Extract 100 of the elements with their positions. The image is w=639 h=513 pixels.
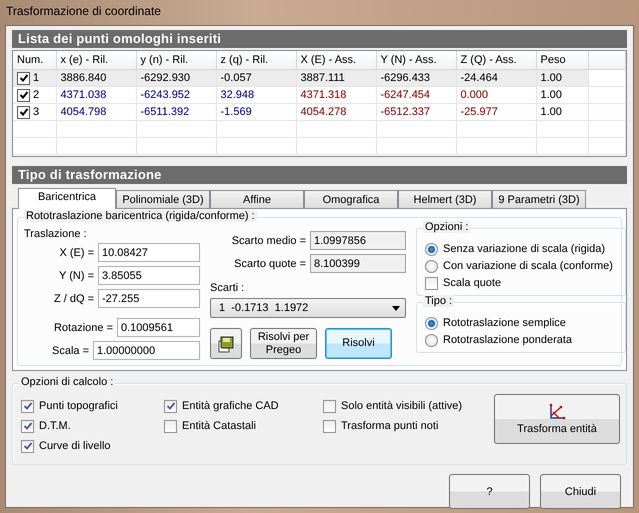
table-row[interactable]: 2 4371.038 -6243.952 32.948 4371.318 -6247.454 0.000 1.00 bbox=[13, 86, 626, 104]
group-title: Rototraslazione baricentrica (rigida/conforme) : bbox=[24, 210, 257, 222]
table-cell: -6243.952 bbox=[140, 89, 190, 101]
radio-button[interactable] bbox=[425, 242, 438, 256]
column-header[interactable]: Peso bbox=[536, 51, 588, 70]
field-label: Scarto quote = bbox=[234, 258, 306, 270]
field-label: Scarti : bbox=[210, 282, 246, 294]
table-cell: -6296.433 bbox=[380, 72, 430, 84]
table-cell: -6511.392 bbox=[140, 106, 190, 118]
table-cell: -6512.337 bbox=[380, 106, 430, 118]
checkbox[interactable] bbox=[21, 400, 34, 412]
radio-button[interactable] bbox=[425, 334, 438, 346]
checkbox[interactable] bbox=[425, 276, 438, 290]
group-title: Opzioni di calcolo : bbox=[19, 376, 116, 388]
input-field[interactable]: 0.1009561 bbox=[117, 318, 200, 337]
table-cell: -1.569 bbox=[220, 106, 252, 118]
column-header[interactable]: Z (Q) - Ass. bbox=[456, 51, 536, 70]
dropdown-value: 1 -0.1713 1.1972 bbox=[219, 302, 308, 314]
readonly-field: 8.100399 bbox=[310, 254, 406, 273]
table-cell: 3 bbox=[33, 106, 40, 118]
field-label: Traslazione : bbox=[24, 228, 88, 240]
table-cell: 4054.278 bbox=[300, 106, 346, 118]
column-header[interactable]: z (q) - Ril. bbox=[216, 51, 296, 70]
dropdown[interactable]: 1 -0.1713 1.1972 bbox=[210, 298, 406, 318]
tab[interactable]: Affine bbox=[210, 190, 304, 208]
axes-icon bbox=[548, 403, 566, 421]
group-title: Tipo : bbox=[423, 295, 454, 307]
table-cell: -25.977 bbox=[460, 106, 498, 118]
option-label[interactable]: Punti topografici bbox=[39, 400, 118, 412]
option-label[interactable]: Scala quote bbox=[443, 277, 502, 289]
input-field[interactable]: 3.85055 bbox=[98, 266, 200, 285]
column-header[interactable]: x (e) - Ril. bbox=[56, 51, 136, 70]
checkbox[interactable] bbox=[17, 106, 30, 118]
table-cell: 3887.111 bbox=[300, 72, 345, 84]
table-cell: 1.00 bbox=[540, 106, 562, 118]
tab[interactable]: Polinomiale (3D) bbox=[116, 190, 210, 208]
table-cell: -6292.930 bbox=[140, 72, 190, 84]
table-cell: 3886.840 bbox=[60, 72, 106, 84]
dialog-button[interactable]: ? bbox=[449, 474, 530, 509]
tab[interactable]: Omografica bbox=[304, 190, 398, 208]
column-header[interactable]: Y (N) - Ass. bbox=[376, 51, 456, 70]
table-row[interactable]: 3 4054.798 -6511.392 -1.569 4054.278 -6512.337 -25.977 1.00 bbox=[13, 104, 626, 120]
option-label[interactable]: Entità grafiche CAD bbox=[182, 400, 279, 412]
table-row[interactable]: 1 3886.840 -6292.930 -0.057 3887.111 -6296.433 -24.464 1.00 bbox=[13, 70, 626, 86]
table-cell: 4054.798 bbox=[60, 106, 106, 118]
checkbox[interactable] bbox=[164, 420, 177, 432]
radio-button[interactable] bbox=[425, 260, 438, 272]
column-header[interactable]: X (E) - Ass. bbox=[296, 51, 376, 70]
checkbox[interactable] bbox=[17, 88, 30, 102]
checkbox[interactable] bbox=[323, 420, 336, 432]
field-label: Scala = bbox=[52, 344, 89, 356]
solve-button[interactable]: Risolvi per Pregeo bbox=[250, 328, 317, 359]
checkbox[interactable] bbox=[21, 440, 34, 452]
window-title: Trasformazione di coordinate bbox=[6, 4, 161, 18]
tab[interactable]: Baricentrica bbox=[18, 188, 116, 209]
checkbox[interactable] bbox=[17, 72, 30, 84]
section-header: Tipo di trasformazione bbox=[12, 166, 627, 184]
table-cell: 1.00 bbox=[540, 72, 562, 84]
option-label[interactable]: Senza variazione di scala (rigida) bbox=[443, 243, 606, 255]
tab[interactable]: Helmert (3D) bbox=[398, 190, 492, 208]
field-label: Y (N) = bbox=[59, 270, 94, 282]
dialog-button[interactable]: Chiudi bbox=[540, 474, 621, 509]
field-label: Rotazione = bbox=[54, 322, 113, 334]
tab[interactable]: 9 Parametri (3D) bbox=[492, 190, 586, 208]
option-label[interactable]: Rototraslazione semplice bbox=[443, 317, 566, 329]
table-cell: 2 bbox=[33, 89, 40, 101]
table-cell: 1 bbox=[33, 72, 40, 84]
table-cell: -24.464 bbox=[460, 72, 498, 84]
transform-button[interactable]: Trasforma entità bbox=[494, 394, 620, 444]
table-cell: 4371.318 bbox=[300, 89, 346, 101]
solve-button[interactable]: Risolvi bbox=[325, 328, 392, 359]
option-label[interactable]: Curve di livello bbox=[39, 440, 111, 452]
floppy-disk-icon bbox=[217, 334, 235, 352]
option-label[interactable]: Entità Catastali bbox=[182, 420, 256, 432]
table-cell: -0.057 bbox=[220, 72, 252, 84]
option-label[interactable]: D.T.M. bbox=[39, 420, 71, 432]
option-label[interactable]: Solo entità visibili (attive) bbox=[341, 400, 462, 412]
column-header[interactable]: y (n) - Ril. bbox=[136, 51, 216, 70]
option-label[interactable]: Con variazione di scala (conforme) bbox=[443, 260, 613, 272]
radio-button[interactable] bbox=[425, 316, 438, 330]
input-field[interactable]: -27.255 bbox=[98, 289, 200, 308]
section-header: Lista dei punti omologhi inseriti bbox=[12, 30, 627, 48]
field-label: X (E) = bbox=[59, 246, 94, 258]
column-header[interactable]: Num. bbox=[13, 51, 56, 70]
table-cell: -6247.454 bbox=[380, 89, 430, 101]
save-button[interactable] bbox=[210, 328, 242, 359]
input-field[interactable]: 10.08427 bbox=[98, 243, 200, 262]
option-label[interactable]: Trasforma punti noti bbox=[341, 420, 438, 432]
field-label: Z / dQ = bbox=[54, 292, 94, 304]
table-cell: 4371.038 bbox=[60, 89, 106, 101]
dropdown-arrow-icon bbox=[392, 306, 400, 310]
option-label[interactable]: Rototraslazione ponderata bbox=[443, 334, 572, 346]
group-title: Opzioni : bbox=[423, 221, 470, 233]
table-cell: 32.948 bbox=[220, 89, 254, 101]
table-cell: 1.00 bbox=[540, 89, 562, 101]
checkbox[interactable] bbox=[21, 420, 34, 432]
checkbox[interactable] bbox=[323, 400, 336, 412]
input-field[interactable]: 1.00000000 bbox=[93, 341, 200, 360]
readonly-field: 1.0997856 bbox=[310, 231, 406, 250]
checkbox[interactable] bbox=[164, 400, 177, 412]
